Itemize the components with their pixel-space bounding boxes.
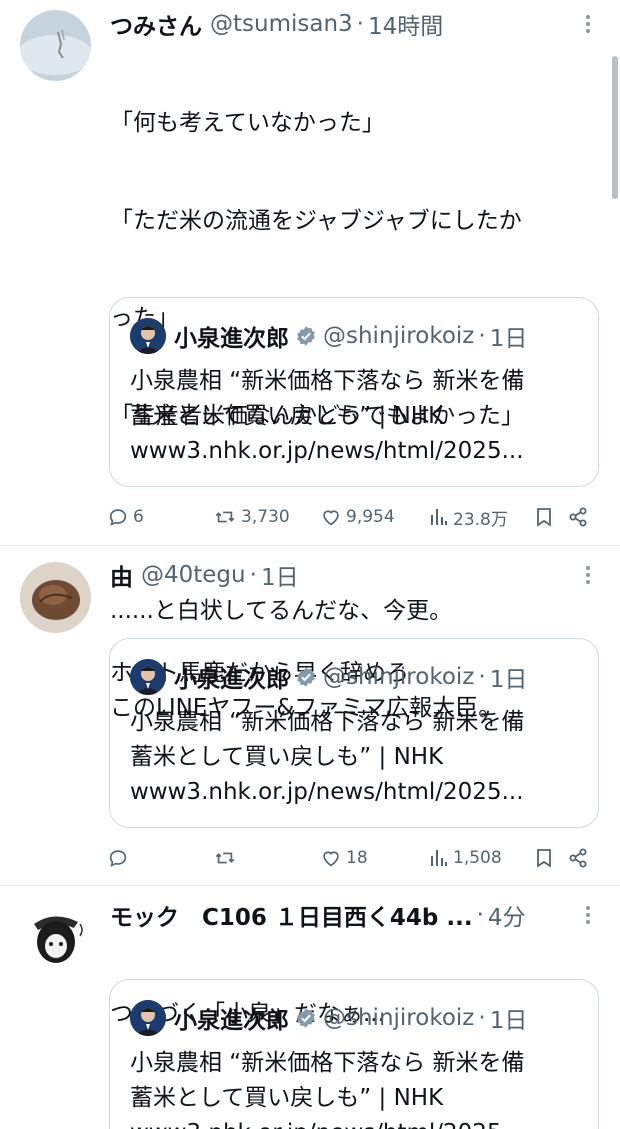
author-name[interactable]: モック C106 １日目西く44b ... <box>110 898 473 932</box>
separator-dot: · <box>478 664 486 690</box>
quote-timestamp: 1日 <box>489 1008 528 1034</box>
tweet-2[interactable]: 由 @40tegu · 1日 ホント馬鹿だから早く辞めろ 小泉進次郎 @shin… <box>0 546 620 885</box>
quote-author-handle: @shinjirokoiz <box>323 664 475 690</box>
tweet-1[interactable]: つみさん @tsumisan3 · 14時間 「何も考えていなかった」 「ただ米… <box>0 0 620 721</box>
author-handle[interactable]: @40tegu <box>141 562 246 588</box>
quote-author-name: 小泉進次郎 <box>174 667 289 693</box>
author-handle[interactable]: @tsumisan3 <box>210 11 353 37</box>
like-icon <box>323 851 339 867</box>
quote-header: 小泉進次郎 @shinjirokoiz · 1日 <box>130 1000 527 1036</box>
share-icon <box>569 848 587 868</box>
quote-link[interactable]: www3.nhk.or.jp/news/html/2025... <box>130 775 580 810</box>
like-button[interactable]: 9,954 <box>320 502 395 532</box>
quote-avatar <box>130 659 166 695</box>
tweet-header: 由 @40tegu · 1日 <box>110 558 299 592</box>
reply-icon <box>109 850 127 867</box>
retweet-icon <box>215 511 235 523</box>
tweet-3[interactable]: モック C106 １日目西く44b ... · 4分 つくづく「小泉」だなぁ..… <box>0 886 620 1129</box>
separator-dot: · <box>249 562 257 588</box>
quote-text-line: 蓄米として買い戻しも” | NHK <box>130 1085 444 1111</box>
tweet-text-line: 「ただ米の流通をジャブジャブにしたか <box>110 207 522 234</box>
scrollbar[interactable] <box>612 56 618 199</box>
quote-timestamp: 1日 <box>489 326 528 352</box>
views-count: 23.8万 <box>453 509 508 530</box>
reply-count: 6 <box>133 507 144 527</box>
quote-avatar <box>130 318 166 354</box>
more-icon[interactable] <box>578 9 598 39</box>
quote-author-handle: @shinjirokoiz <box>323 1005 475 1031</box>
quote-text-line: 小泉農相 “新米価格下落なら 新米を備 <box>130 709 525 735</box>
timestamp[interactable]: 4分 <box>488 898 526 932</box>
quote-text: 小泉農相 “新米価格下落なら 新米を備 蓄米として買い戻しも” | NHK ww… <box>130 364 580 469</box>
verified-icon <box>295 666 317 688</box>
separator-dot: · <box>356 11 364 37</box>
separator-dot: · <box>478 1005 486 1031</box>
reply-icon <box>109 509 127 526</box>
quote-tweet[interactable]: 小泉進次郎 @shinjirokoiz · 1日 小泉農相 “新米価格下落なら … <box>109 638 599 828</box>
more-icon[interactable] <box>578 560 598 590</box>
quote-text-line: 蓄米として買い戻しも” | NHK <box>130 744 444 770</box>
tweet-actions: 6 3,730 9,954 23.8万 <box>107 502 592 532</box>
bookmark-icon <box>537 508 551 527</box>
share-icon <box>569 507 587 527</box>
quote-author-name: 小泉進次郎 <box>174 1008 289 1034</box>
share-button[interactable] <box>567 843 589 873</box>
quote-text: 小泉農相 “新米価格下落なら 新米を備 蓄米として買い戻しも” | NHK ww… <box>130 705 580 810</box>
author-name[interactable]: つみさん <box>110 7 202 41</box>
quote-author-handle: @shinjirokoiz <box>323 323 475 349</box>
quote-header: 小泉進次郎 @shinjirokoiz · 1日 <box>130 659 527 695</box>
like-icon <box>323 510 339 526</box>
quote-timestamp: 1日 <box>489 667 528 693</box>
retweet-icon <box>215 852 235 864</box>
views-count: 1,508 <box>453 848 502 868</box>
retweet-count: 3,730 <box>241 507 290 527</box>
quote-tweet[interactable]: 小泉進次郎 @shinjirokoiz · 1日 小泉農相 “新米価格下落なら … <box>109 297 599 487</box>
avatar-tsumisan[interactable] <box>20 10 91 81</box>
separator-dot: · <box>478 323 486 349</box>
quote-link[interactable]: www3.nhk.or.jp/news/html/2025... <box>130 1116 580 1129</box>
tweet-text-line: 「何も考えていなかった」 <box>110 110 385 136</box>
avatar-40tegu[interactable] <box>20 562 91 633</box>
retweet-button[interactable]: 3,730 <box>213 502 290 532</box>
author-name[interactable]: 由 <box>110 558 133 592</box>
reply-button[interactable]: 6 <box>107 502 144 532</box>
quote-text-line: 蓄米として買い戻しも” | NHK <box>130 403 444 429</box>
views-icon <box>431 509 447 525</box>
views-icon <box>431 850 447 866</box>
retweet-button[interactable] <box>213 843 241 873</box>
more-icon[interactable] <box>578 900 598 930</box>
share-button[interactable] <box>567 502 589 532</box>
views-button[interactable]: 1,508 <box>429 843 502 873</box>
bookmark-button[interactable] <box>534 502 554 532</box>
quote-text: 小泉農相 “新米価格下落なら 新米を備 蓄米として買い戻しも” | NHK ww… <box>130 1046 580 1129</box>
tweet-header: モック C106 １日目西く44b ... · 4分 <box>110 898 526 932</box>
verified-icon <box>295 1007 317 1029</box>
like-count: 9,954 <box>346 507 395 527</box>
quote-link[interactable]: www3.nhk.or.jp/news/html/2025... <box>130 434 580 469</box>
quote-text-line: 小泉農相 “新米価格下落なら 新米を備 <box>130 1050 525 1076</box>
tweet-header: つみさん @tsumisan3 · 14時間 <box>110 7 443 41</box>
quote-header: 小泉進次郎 @shinjirokoiz · 1日 <box>130 318 527 354</box>
quote-avatar <box>130 1000 166 1036</box>
quote-text-line: 小泉農相 “新米価格下落なら 新米を備 <box>130 368 525 394</box>
bookmark-button[interactable] <box>534 843 554 873</box>
quote-author-name: 小泉進次郎 <box>174 326 289 352</box>
like-button[interactable]: 18 <box>320 843 368 873</box>
timestamp[interactable]: 1日 <box>261 558 299 592</box>
quote-tweet[interactable]: 小泉進次郎 @shinjirokoiz · 1日 小泉農相 “新米価格下落なら … <box>109 979 599 1129</box>
reply-button[interactable] <box>107 843 133 873</box>
like-count: 18 <box>346 848 368 868</box>
bookmark-icon <box>537 849 551 868</box>
views-button[interactable]: 23.8万 <box>429 502 508 532</box>
verified-icon <box>295 325 317 347</box>
avatar-mock[interactable] <box>20 902 91 973</box>
timestamp[interactable]: 14時間 <box>368 7 443 41</box>
separator-dot: · <box>476 902 484 928</box>
tweet-actions: 18 1,508 <box>107 843 592 873</box>
